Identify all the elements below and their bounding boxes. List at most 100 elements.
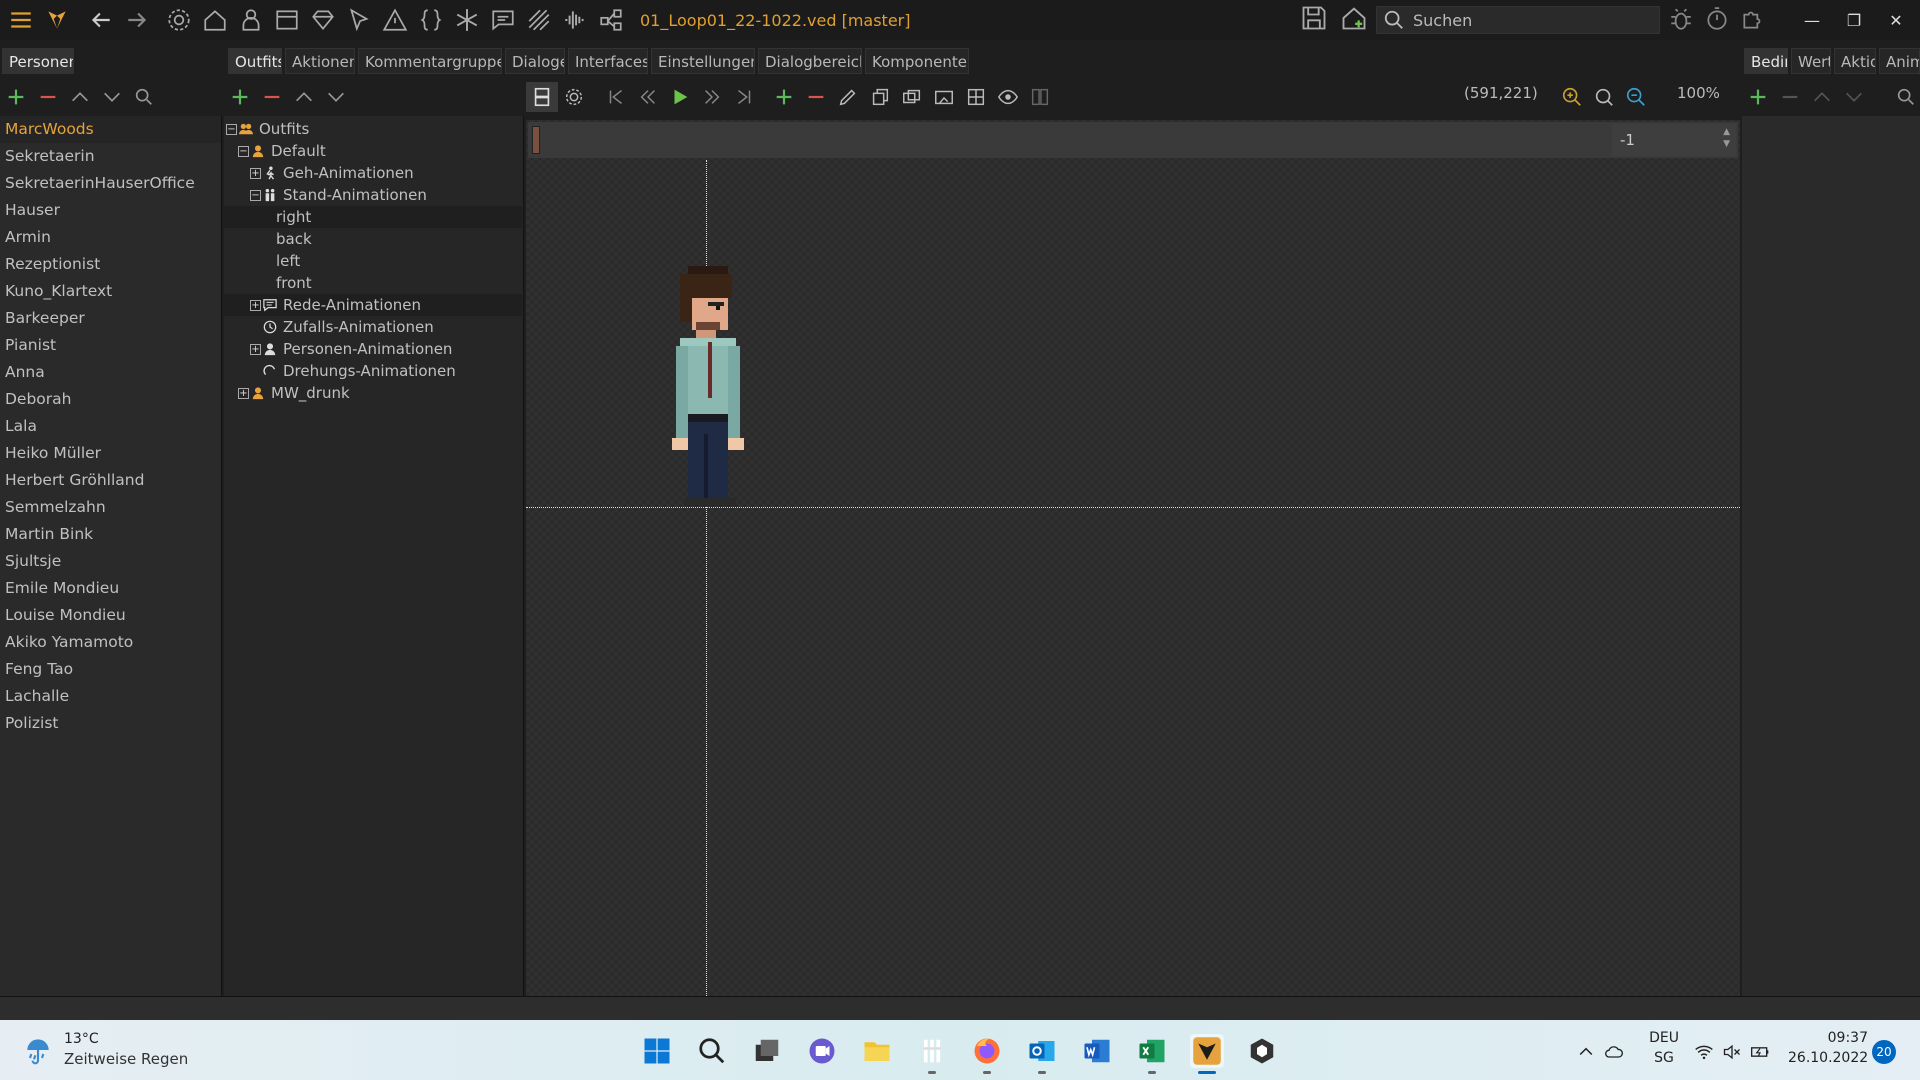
expand-icon[interactable]: + bbox=[250, 343, 261, 355]
word-icon[interactable] bbox=[1080, 1034, 1114, 1068]
person-list-item[interactable]: Lachalle bbox=[0, 683, 221, 710]
tab-kommentargruppen[interactable]: Kommentargruppen bbox=[358, 48, 502, 74]
hamburger-menu-icon[interactable] bbox=[6, 5, 36, 35]
person-list-item[interactable]: Akiko Yamamoto bbox=[0, 629, 221, 656]
tree-node-left[interactable]: left bbox=[276, 250, 300, 272]
move-down-icon[interactable] bbox=[1838, 82, 1870, 112]
hatch-icon[interactable] bbox=[524, 5, 554, 35]
wifi-icon[interactable] bbox=[1692, 1040, 1716, 1064]
move-up-icon[interactable] bbox=[64, 82, 96, 112]
tab-aktionen[interactable]: Aktionen bbox=[285, 48, 355, 74]
tree-node-stand-animationen[interactable]: − Stand-Animationen bbox=[250, 184, 427, 206]
person-list-item[interactable]: Feng Tao bbox=[0, 656, 221, 683]
weather-rain-icon[interactable] bbox=[22, 1034, 58, 1068]
notification-badge[interactable]: 20 bbox=[1872, 1040, 1896, 1064]
weather-temperature[interactable]: 13°C bbox=[64, 1031, 99, 1047]
tree-node-right[interactable]: right bbox=[224, 206, 522, 228]
image-frame-icon[interactable] bbox=[928, 82, 960, 112]
tab-animationen[interactable]: Anim bbox=[1879, 48, 1920, 74]
person-list-item[interactable]: Louise Mondieu bbox=[0, 602, 221, 629]
input-language[interactable]: DEU bbox=[1644, 1030, 1684, 1046]
tab-outfits[interactable]: Outfits bbox=[228, 48, 282, 74]
cursor-icon[interactable] bbox=[344, 5, 374, 35]
person-list-item[interactable]: Emile Mondieu bbox=[0, 575, 221, 602]
timer-icon[interactable] bbox=[1704, 6, 1734, 36]
tree-node-personen-animationen[interactable]: + Personen-Animationen bbox=[250, 338, 452, 360]
weather-description[interactable]: Zeitweise Regen bbox=[64, 1050, 188, 1068]
visionaire-app-icon[interactable] bbox=[1190, 1034, 1224, 1074]
person-list-item[interactable]: SekretaerinHauserOffice bbox=[0, 170, 221, 197]
tree-node-rede-animationen[interactable]: + Rede-Animationen bbox=[224, 294, 522, 316]
tab-aktionen-right[interactable]: Aktio bbox=[1834, 48, 1876, 74]
person-list-item[interactable]: Anna bbox=[0, 359, 221, 386]
minimize-button[interactable]: — bbox=[1794, 6, 1830, 34]
tree-node-outfits[interactable]: − Outfits bbox=[226, 118, 309, 140]
spin-arrows-icon[interactable]: ▲ ▼ bbox=[1723, 126, 1730, 150]
bug-icon[interactable] bbox=[1668, 6, 1698, 36]
add-icon[interactable] bbox=[0, 82, 32, 112]
add-frame-icon[interactable] bbox=[768, 82, 800, 112]
settings-icon[interactable] bbox=[558, 82, 590, 112]
forward-arrow-icon[interactable] bbox=[122, 5, 152, 35]
system-clock[interactable]: 09:37 bbox=[1788, 1030, 1868, 1046]
windows-start-icon[interactable] bbox=[640, 1034, 674, 1068]
tree-node-zufalls-animationen[interactable]: Zufalls-Animationen bbox=[263, 316, 434, 338]
expand-icon[interactable]: + bbox=[250, 167, 261, 179]
expand-icon[interactable]: + bbox=[238, 387, 249, 399]
audio-wave-icon[interactable] bbox=[560, 5, 590, 35]
zoom-out-icon[interactable] bbox=[1620, 82, 1652, 112]
excel-icon[interactable] bbox=[1135, 1034, 1169, 1074]
home-icon[interactable] bbox=[200, 5, 230, 35]
frame-spinbox[interactable]: -1 ▲ ▼ bbox=[1612, 124, 1736, 156]
tab-einstellungen[interactable]: Einstellungen bbox=[651, 48, 755, 74]
firefox-icon[interactable] bbox=[970, 1034, 1004, 1074]
braces-icon[interactable] bbox=[416, 5, 446, 35]
outlook-icon[interactable] bbox=[1025, 1034, 1059, 1074]
window-icon[interactable] bbox=[272, 5, 302, 35]
search-input[interactable]: Suchen bbox=[1376, 6, 1660, 34]
person-list-item[interactable]: Heiko Müller bbox=[0, 440, 221, 467]
home-export-icon[interactable] bbox=[1340, 4, 1370, 34]
pencil-icon[interactable] bbox=[832, 82, 864, 112]
search-icon[interactable] bbox=[128, 82, 160, 112]
onedrive-cloud-icon[interactable] bbox=[1602, 1040, 1626, 1064]
person-list-item[interactable]: Polizist bbox=[0, 710, 221, 737]
person-list-item[interactable]: Barkeeper bbox=[0, 305, 221, 332]
teams-chat-icon[interactable] bbox=[805, 1034, 839, 1068]
warning-icon[interactable] bbox=[380, 5, 410, 35]
move-down-icon[interactable] bbox=[96, 82, 128, 112]
animation-canvas[interactable] bbox=[526, 120, 1740, 996]
move-down-icon[interactable] bbox=[320, 82, 352, 112]
tab-dialoge[interactable]: Dialoge bbox=[505, 48, 565, 74]
tab-bedingungen[interactable]: Bedin bbox=[1744, 48, 1788, 74]
tree-node-back[interactable]: back bbox=[276, 228, 312, 250]
zoom-in-icon[interactable] bbox=[1556, 82, 1588, 112]
person-list-item[interactable]: Sjultsje bbox=[0, 548, 221, 575]
remove-icon[interactable] bbox=[32, 82, 64, 112]
tree-node-front[interactable]: front bbox=[276, 272, 312, 294]
save-icon[interactable] bbox=[1300, 4, 1330, 34]
play-icon[interactable] bbox=[664, 82, 696, 112]
add-icon[interactable] bbox=[1742, 82, 1774, 112]
first-frame-icon[interactable] bbox=[600, 82, 632, 112]
tab-komponenten[interactable]: Komponenten bbox=[865, 48, 969, 74]
grid-icon[interactable] bbox=[960, 82, 992, 112]
person-list-item[interactable]: Sekretaerin bbox=[0, 143, 221, 170]
gear-icon[interactable] bbox=[164, 5, 194, 35]
diamond-icon[interactable] bbox=[308, 5, 338, 35]
film-icon[interactable] bbox=[526, 82, 558, 112]
tab-dialogbereich[interactable]: Dialogbereich bbox=[758, 48, 862, 74]
last-frame-icon[interactable] bbox=[728, 82, 760, 112]
tab-werte[interactable]: Werte bbox=[1791, 48, 1831, 74]
tray-chevron-icon[interactable] bbox=[1574, 1040, 1598, 1064]
close-button[interactable]: ✕ bbox=[1878, 6, 1914, 34]
person-list-item[interactable]: Pianist bbox=[0, 332, 221, 359]
remove-icon[interactable] bbox=[256, 82, 288, 112]
snowflake-icon[interactable] bbox=[452, 5, 482, 35]
restore-button[interactable]: ❐ bbox=[1836, 6, 1872, 34]
fork-app-icon[interactable] bbox=[915, 1034, 949, 1074]
add-icon[interactable] bbox=[224, 82, 256, 112]
next-frame-icon[interactable] bbox=[696, 82, 728, 112]
collapse-icon[interactable]: − bbox=[250, 189, 261, 201]
share-nodes-icon[interactable] bbox=[596, 5, 626, 35]
